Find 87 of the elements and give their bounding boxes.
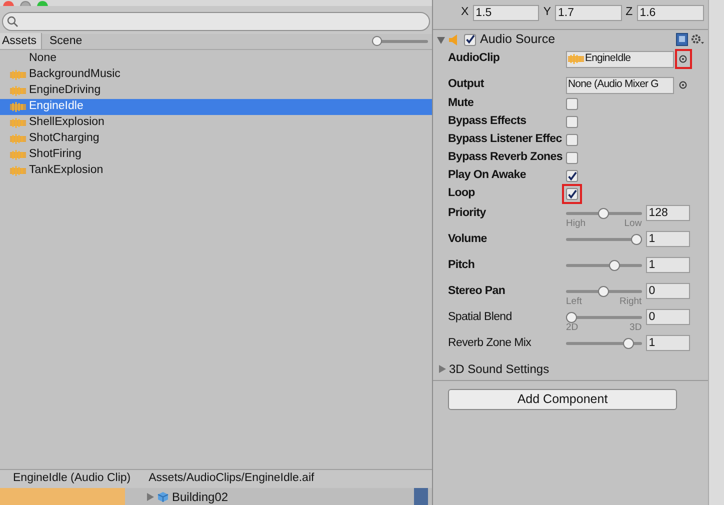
search-icon — [7, 16, 18, 27]
help-book-icon[interactable] — [676, 33, 688, 46]
number-field[interactable]: 1.5 — [472, 5, 540, 21]
axis-label: Y — [543, 5, 551, 20]
number-field[interactable]: 0 — [646, 309, 690, 325]
slider-track[interactable] — [566, 338, 642, 348]
target-icon — [679, 81, 688, 89]
asset-list-item[interactable]: EngineIdle — [0, 99, 432, 115]
property-label: AudioClip — [448, 51, 501, 66]
status-text: EngineIdle (Audio Clip) — [13, 471, 131, 486]
audio-clip-icon — [10, 118, 26, 128]
property-label: Output — [448, 77, 485, 92]
number-field[interactable]: 1.6 — [636, 5, 704, 21]
cube-icon — [157, 490, 169, 502]
property-label: Volume — [448, 232, 488, 247]
slider-track[interactable] — [566, 208, 642, 218]
component-title: Audio Source — [480, 31, 556, 48]
asset-list-item[interactable]: ShotFiring — [0, 147, 432, 163]
hierarchy-item[interactable]: Building02 — [172, 488, 228, 505]
property-label: Bypass Listener Effec — [448, 132, 563, 148]
audio-clip-icon — [10, 102, 26, 112]
expand-arrow-icon[interactable] — [438, 365, 446, 373]
settings-icon[interactable] — [691, 34, 704, 46]
asset-path: Assets/AudioClips/EngineIdle.aif — [148, 471, 314, 486]
axis-label: Z — [626, 5, 633, 20]
slider-max-label: Right — [620, 296, 642, 307]
checkbox[interactable] — [562, 184, 582, 204]
scrollbar[interactable] — [414, 488, 428, 505]
property-label: Bypass Effects — [448, 114, 528, 130]
asset-list-item[interactable]: ShellExplosion — [0, 115, 432, 131]
expand-arrow-icon[interactable] — [437, 36, 445, 44]
expand-arrow-icon[interactable] — [147, 492, 154, 500]
slider-min-label: High — [566, 218, 586, 229]
object-field[interactable]: None (Audio Mixer G — [566, 76, 674, 94]
object-picker-button[interactable] — [676, 51, 690, 67]
slider-thumb[interactable] — [622, 338, 634, 348]
asset-list-item[interactable]: EngineDriving — [0, 83, 432, 99]
slider-thumb[interactable] — [598, 286, 610, 296]
slider-track[interactable] — [566, 312, 642, 322]
checkmark-icon — [567, 170, 577, 182]
slider-thumb[interactable] — [608, 260, 620, 270]
property-label: Mute — [448, 96, 475, 112]
slider-max-label: Low — [624, 218, 642, 229]
add-component-button[interactable]: Add Component — [448, 389, 677, 410]
property-label: Loop — [448, 186, 476, 202]
audio-clip-icon — [10, 166, 26, 176]
slider-track[interactable] — [566, 286, 642, 296]
property-label: Reverb Zone Mix — [448, 336, 532, 351]
checkmark-icon — [465, 34, 475, 45]
tab[interactable]: Scene — [42, 33, 90, 49]
number-field[interactable]: 1 — [646, 335, 690, 351]
property-label: Spatial Blend — [448, 310, 513, 325]
asset-list-item[interactable]: ShotCharging — [0, 131, 432, 147]
number-field[interactable]: 1 — [646, 231, 690, 247]
slider-track[interactable] — [566, 260, 642, 270]
audio-clip-icon — [10, 70, 26, 80]
asset-list-item[interactable]: None — [0, 51, 432, 67]
slider-thumb[interactable] — [566, 312, 577, 322]
audio-clip-icon — [10, 150, 26, 160]
object-field[interactable]: EngineIdle — [566, 50, 674, 68]
audio-clip-icon — [10, 86, 26, 96]
slider-track[interactable] — [566, 234, 642, 244]
tab[interactable]: Assets — [0, 33, 42, 49]
property-label: Play On Awake — [448, 168, 527, 184]
slider-thumb[interactable] — [598, 208, 610, 218]
slider-min-label: Left — [566, 296, 582, 307]
number-field[interactable]: 0 — [646, 283, 690, 299]
number-field[interactable]: 1.7 — [555, 5, 622, 21]
target-icon — [679, 55, 688, 63]
search-field[interactable] — [2, 12, 430, 31]
number-field[interactable]: 128 — [646, 205, 690, 221]
slider-min-label: 2D — [566, 322, 578, 333]
property-label: Bypass Reverb Zones — [448, 150, 564, 166]
zoom-slider[interactable] — [372, 36, 428, 46]
slider-thumb[interactable] — [630, 234, 642, 244]
audio-clip-icon — [568, 54, 584, 64]
checkmark-icon — [567, 188, 577, 200]
asset-list-item[interactable]: BackgroundMusic — [0, 67, 432, 83]
section-label: 3D Sound Settings — [449, 361, 550, 378]
slider-max-label: 3D — [630, 322, 642, 333]
axis-label: X — [461, 5, 469, 20]
audio-clip-icon — [10, 134, 26, 144]
number-field[interactable]: 1 — [646, 257, 690, 273]
property-label: Stereo Pan — [448, 284, 506, 299]
property-label: Priority — [448, 206, 487, 221]
asset-list-item[interactable]: TankExplosion — [0, 163, 432, 179]
property-label: Pitch — [448, 258, 476, 273]
